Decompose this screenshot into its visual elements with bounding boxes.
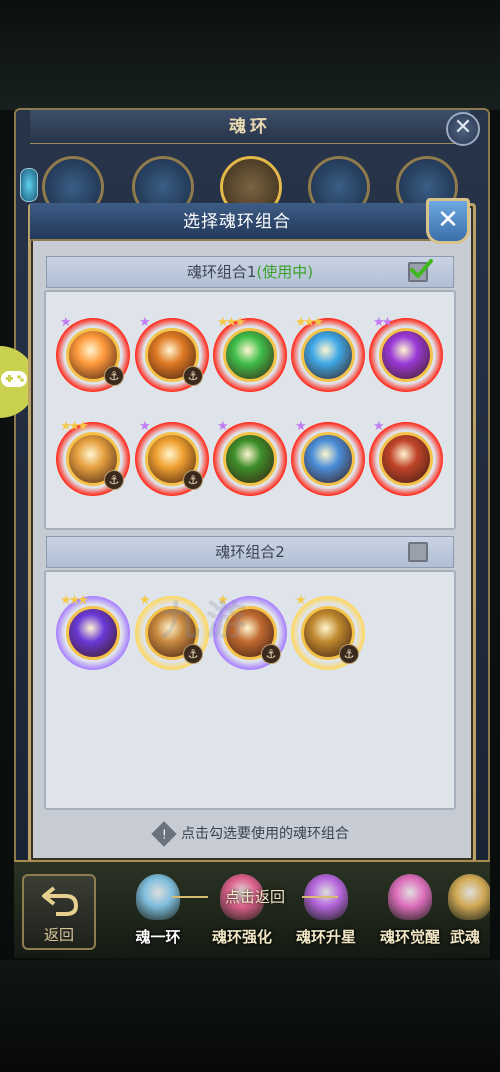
- info-icon: !: [151, 821, 177, 847]
- combo-2-label: 魂环组合2: [215, 543, 285, 561]
- gamepad-icon: [1, 371, 27, 387]
- tab-gem-icon: [388, 874, 432, 920]
- soul-ring-slot[interactable]: ★: [369, 420, 443, 496]
- star-rating: ★★: [373, 315, 393, 330]
- star-rating: ★: [60, 315, 72, 330]
- soul-ring-slot[interactable]: ★: [213, 420, 287, 496]
- combo-1-status: (使用中): [256, 263, 314, 281]
- anchor-icon: ⚓: [104, 366, 124, 386]
- star-rating: ★: [217, 419, 229, 434]
- star-rating: ★: [373, 419, 385, 434]
- soul-ring-slot[interactable]: ★★★: [213, 316, 287, 392]
- checkmark-icon: [410, 259, 433, 278]
- soul-ring-slot[interactable]: ★ ⚓: [135, 316, 209, 392]
- soul-ring-slot[interactable]: ★★★: [291, 316, 365, 392]
- combo-1-checkbox[interactable]: [408, 259, 433, 282]
- soul-ring-slot[interactable]: ★ ⚓: [56, 316, 130, 392]
- star-rating: ★★★: [60, 593, 89, 608]
- combo-1-header[interactable]: 魂环组合1(使用中): [46, 256, 454, 288]
- back-button[interactable]: 返回: [22, 874, 96, 950]
- close-icon: ✕: [437, 205, 459, 235]
- tab-label: 武魂: [449, 928, 480, 946]
- tab-label: 魂环觉醒: [379, 928, 440, 946]
- combo-1-label: 魂环组合1: [186, 263, 257, 281]
- tab-martial-soul[interactable]: 武魂: [440, 870, 490, 954]
- dialog-title: 选择魂环组合: [30, 203, 444, 241]
- soul-ring-slot[interactable]: ★★: [369, 316, 443, 392]
- background-bottom: [0, 960, 500, 1072]
- anchor-icon: ⚓: [339, 644, 359, 664]
- close-icon: ✕: [453, 115, 473, 140]
- ring-skill-icon: [66, 606, 120, 660]
- star-rating: ★★★: [217, 315, 246, 330]
- back-label: 返回: [43, 926, 74, 944]
- soul-ring-slot[interactable]: ★: [291, 420, 365, 496]
- star-rating: ★: [139, 315, 151, 330]
- ring-skill-icon: [379, 328, 433, 382]
- combo-2-header[interactable]: 魂环组合2: [46, 536, 454, 568]
- panel-title: 魂环: [30, 110, 470, 144]
- star-rating: ★: [295, 419, 307, 434]
- lantern-icon: [20, 168, 38, 202]
- ring-skill-icon: [223, 432, 277, 486]
- anchor-icon: ⚓: [104, 470, 124, 490]
- anchor-icon: ⚓: [261, 644, 281, 664]
- panel-close-button[interactable]: ✕: [446, 112, 480, 146]
- dialog-close-button[interactable]: ✕: [426, 198, 470, 244]
- star-rating: ★: [139, 593, 151, 608]
- soul-ring-slot[interactable]: ★ ⚓: [135, 420, 209, 496]
- combo-2-checkbox[interactable]: [408, 542, 428, 562]
- background-top: [0, 0, 500, 110]
- ring-skill-icon: [223, 328, 277, 382]
- tab-soul-ring-star-up[interactable]: 魂环升星: [286, 870, 366, 954]
- tab-label: 魂环升星: [295, 928, 356, 946]
- soul-ring-slot[interactable]: ★★★: [56, 594, 130, 670]
- ring-skill-icon: [301, 432, 355, 486]
- anchor-icon: ⚓: [183, 366, 203, 386]
- return-arrow-icon: [42, 886, 79, 916]
- star-rating: ★: [139, 419, 151, 434]
- tab-label: 魂一环: [135, 928, 181, 946]
- hint-text: 点击勾选要使用的魂环组合: [181, 826, 349, 842]
- soul-ring-slot[interactable]: ★★★ ⚓: [56, 420, 130, 496]
- tab-soul-ring-1[interactable]: 魂一环: [118, 870, 198, 954]
- tab-label: 魂环强化: [211, 928, 272, 946]
- tab-gem-icon: [448, 874, 490, 920]
- star-rating: ★★★: [60, 419, 89, 434]
- dialog-hint: ! 点击勾选要使用的魂环组合: [30, 816, 474, 852]
- anchor-icon: ⚓: [183, 470, 203, 490]
- tab-soul-ring-enhance[interactable]: 魂环强化: [202, 870, 282, 954]
- watermark: 九游: [160, 598, 252, 644]
- ring-skill-icon: [379, 432, 433, 486]
- tab-soul-ring-awaken[interactable]: 魂环觉醒: [370, 870, 450, 954]
- anchor-icon: ⚓: [183, 644, 203, 664]
- return-tip: 点击返回: [160, 884, 350, 910]
- star-rating: ★★★: [295, 315, 324, 330]
- ring-skill-icon: [301, 328, 355, 382]
